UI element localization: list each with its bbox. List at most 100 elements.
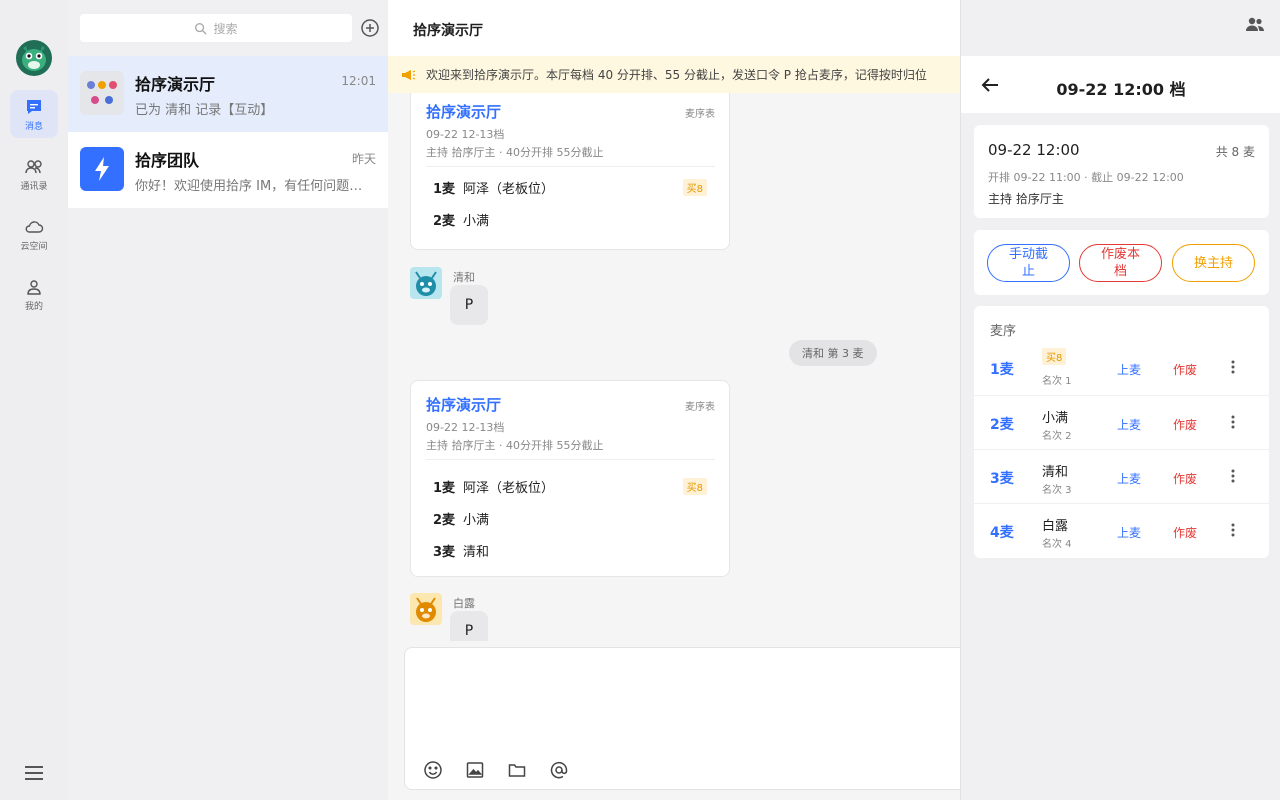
nav-contacts-label: 通讯录 [20, 181, 48, 192]
mic-order-row[interactable]: 3麦 清和 名次 3 上麦 作废 [974, 449, 1269, 503]
conversation-list: 搜索 拾序演示厅 12:01 已为 清和 记录【互动】 拾序团队 昨天 你好！欢… [68, 0, 388, 800]
app-logo [16, 40, 52, 76]
add-circle-icon[interactable] [360, 18, 380, 38]
card-divider [426, 459, 715, 460]
slot-info-card: 09-22 12:00 共 8 麦 开排 09-22 11:00 · 截止 09… [974, 125, 1269, 218]
rank-label: 名次 2 [1042, 431, 1072, 442]
more-vertical-icon[interactable] [1224, 521, 1242, 539]
up-mic-button[interactable]: 上麦 [1117, 361, 1141, 378]
chat-title: 拾序演示厅 [413, 23, 483, 39]
mic-order-header: 麦序 [990, 324, 1017, 339]
card-row-mic: 3麦 [433, 545, 456, 560]
rank-label: 名次 4 [1042, 539, 1072, 550]
action-bar: 手动截止 作废本档 换主持 [974, 230, 1269, 295]
message-bubble[interactable]: P [450, 611, 488, 641]
more-vertical-icon[interactable] [1224, 413, 1242, 431]
folder-icon[interactable] [507, 760, 527, 780]
card-row: 2麦 小满 [433, 509, 489, 528]
announcement-bar[interactable]: 欢迎来到拾序演示厅。本厅每档 40 分开排、55 分截止，发送口令 P 抢占麦序… [388, 56, 960, 93]
card-row: 2麦 小满 [433, 210, 489, 229]
card-row-name: 阿泽（老板位） [463, 481, 555, 496]
megaphone-icon [402, 69, 416, 80]
mic-order-list: 麦序 1麦 买8 名次 1 上麦 作废 2麦 小满 名次 2 上麦 作废 3麦 … [974, 306, 1269, 558]
buy-badge: 买8 [682, 478, 707, 495]
buy-badge: 买8 [1042, 348, 1067, 365]
sender-avatar[interactable] [410, 593, 442, 625]
nav-contacts[interactable]: 通讯录 [10, 150, 58, 198]
slot-window: 开排 09-22 11:00 · 截止 09-22 12:00 [988, 171, 1184, 184]
card-row: 3麦 清和 [433, 541, 489, 560]
nav-messages[interactable]: 消息 [10, 90, 58, 138]
message-bubble[interactable]: P [450, 285, 488, 325]
void-slot-button[interactable]: 作废本档 [1079, 244, 1162, 282]
member-name: 小满 [1042, 411, 1069, 426]
void-button[interactable]: 作废 [1173, 470, 1197, 487]
member-name: 白露 [1042, 519, 1069, 534]
void-button[interactable]: 作废 [1173, 361, 1197, 378]
at-icon[interactable] [549, 760, 569, 780]
void-button[interactable]: 作废 [1173, 416, 1197, 433]
sender-avatar[interactable] [410, 267, 442, 299]
mic-order-row[interactable]: 4麦 白露 名次 4 上麦 作废 [974, 503, 1269, 557]
group-avatar [80, 71, 124, 115]
nav-me-label: 我的 [24, 301, 43, 312]
conversation-preview: 已为 清和 记录【互动】 [135, 103, 274, 118]
change-host-button[interactable]: 换主持 [1172, 244, 1255, 282]
slot-time: 09-22 12:00 [988, 141, 1080, 159]
conversation-time: 昨天 [351, 152, 376, 166]
up-mic-button[interactable]: 上麦 [1117, 416, 1141, 433]
slot-host: 主持 拾序厅主 [988, 192, 1064, 206]
message-list: 拾序演示厅 麦序表 09-22 12-13档 主持 拾序厅主 · 40分开排 5… [388, 93, 960, 641]
void-button[interactable]: 作废 [1173, 524, 1197, 541]
search-icon [195, 22, 208, 35]
conversation-item-team[interactable]: 拾序团队 昨天 你好！欢迎使用拾序 IM，有任何问题可随时联系我们 [68, 132, 388, 208]
member-name: 清和 [1042, 465, 1069, 480]
emoji-icon[interactable] [423, 760, 443, 780]
nav-me[interactable]: 我的 [10, 270, 58, 318]
card-slot: 09-22 12-13档 [426, 128, 505, 141]
card-tag: 麦序表 [685, 109, 715, 120]
cloud-icon [25, 220, 44, 233]
card-meta: 主持 拾序厅主 · 40分开排 55分截止 [426, 146, 604, 159]
image-icon[interactable] [465, 760, 485, 780]
nav-cloud[interactable]: 云空间 [10, 210, 58, 258]
manual-close-button[interactable]: 手动截止 [987, 244, 1070, 282]
card-row-name: 清和 [463, 545, 490, 560]
mic-order-card[interactable]: 拾序演示厅 麦序表 09-22 12-13档 主持 拾序厅主 · 40分开排 5… [410, 380, 730, 577]
members-icon[interactable] [1244, 14, 1266, 36]
search-placeholder: 搜索 [213, 21, 238, 36]
card-row-mic: 1麦 [433, 481, 456, 496]
more-vertical-icon[interactable] [1224, 358, 1242, 376]
card-row: 1麦 阿泽（老板位） [433, 178, 554, 197]
hamburger-menu-icon[interactable] [22, 762, 46, 784]
mic-count: 共 8 麦 [1215, 145, 1255, 159]
mic-number: 1麦 [990, 362, 1014, 378]
nav-rail: 消息 通讯录 云空间 我的 [0, 0, 68, 800]
up-mic-button[interactable]: 上麦 [1117, 470, 1141, 487]
nav-cloud-label: 云空间 [20, 241, 48, 252]
up-mic-button[interactable]: 上麦 [1117, 524, 1141, 541]
conversation-name: 拾序团队 [135, 151, 200, 170]
mic-order-row[interactable]: 1麦 买8 名次 1 上麦 作废 [974, 341, 1269, 395]
rank-label: 名次 3 [1042, 485, 1072, 496]
panel-title: 09-22 12:00 档 [1056, 80, 1186, 99]
system-message: 清和 第 3 麦 [789, 340, 877, 366]
chat-area: 拾序演示厅 欢迎来到拾序演示厅。本厅每档 40 分开排、55 分截止，发送口令 … [388, 0, 960, 800]
card-row-name: 小满 [463, 513, 490, 528]
mic-number: 3麦 [990, 471, 1014, 487]
mic-number: 4麦 [990, 525, 1014, 541]
card-row-mic: 2麦 [433, 214, 456, 229]
mic-order-card[interactable]: 拾序演示厅 麦序表 09-22 12-13档 主持 拾序厅主 · 40分开排 5… [410, 93, 730, 250]
conversation-name: 拾序演示厅 [135, 75, 216, 94]
buy-badge: 买8 [682, 179, 707, 196]
sender-name: 清和 [453, 271, 475, 284]
search-input[interactable]: 搜索 [80, 14, 352, 42]
card-row-name: 阿泽（老板位） [463, 182, 555, 197]
more-vertical-icon[interactable] [1224, 467, 1242, 485]
conversation-time: 12:01 [341, 74, 376, 88]
mic-order-row[interactable]: 2麦 小满 名次 2 上麦 作废 [974, 395, 1269, 449]
contacts-icon [25, 159, 42, 173]
announcement-text: 欢迎来到拾序演示厅。本厅每档 40 分开排、55 分截止，发送口令 P 抢占麦序… [426, 68, 927, 82]
conversation-item-demo-hall[interactable]: 拾序演示厅 12:01 已为 清和 记录【互动】 [68, 56, 388, 132]
message-input[interactable] [404, 647, 960, 790]
